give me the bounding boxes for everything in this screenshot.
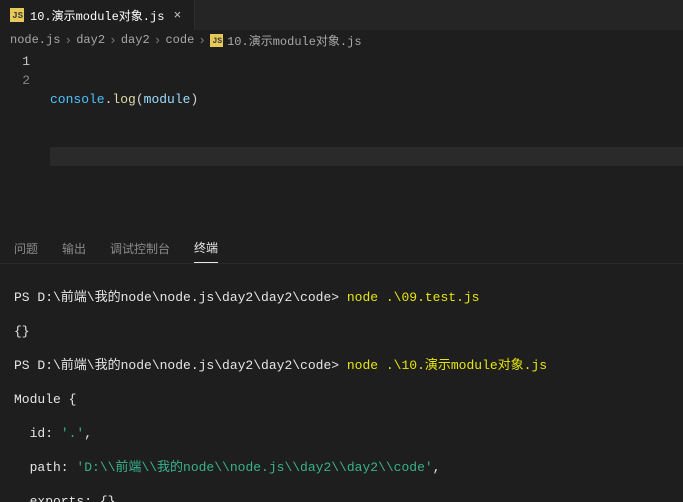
label: id:	[14, 426, 61, 441]
breadcrumb-file[interactable]: 10.演示module对象.js	[227, 32, 361, 49]
token-arg: module	[144, 92, 191, 107]
js-file-icon: JS	[210, 34, 223, 47]
js-file-icon: JS	[10, 8, 24, 22]
panel-tabs: 问题 输出 调试控制台 终端	[0, 234, 683, 264]
chevron-right-icon: ›	[109, 34, 117, 47]
terminal-line: path: 'D:\\前端\\我的node\\node.js\\day2\\da…	[14, 459, 669, 476]
prompt-path: D:\前端\我的node\node.js\day2\day2\code>	[37, 358, 339, 373]
terminal-line: PS D:\前端\我的node\node.js\day2\day2\code> …	[14, 357, 669, 374]
terminal-command: node .\10.演示module对象.js	[339, 358, 547, 373]
tab-debug-console[interactable]: 调试控制台	[110, 240, 170, 263]
chevron-right-icon: ›	[198, 34, 206, 47]
breadcrumb-item[interactable]: node.js	[10, 33, 60, 47]
terminal[interactable]: PS D:\前端\我的node\node.js\day2\day2\code> …	[0, 264, 683, 502]
terminal-command: node .\09.test.js	[339, 290, 479, 305]
token-paren: )	[190, 92, 198, 107]
label: path:	[14, 460, 76, 475]
breadcrumb-item[interactable]: day2	[121, 33, 150, 47]
line-number: 1	[0, 52, 30, 71]
code-line[interactable]	[50, 147, 683, 166]
value-string: '.'	[61, 426, 84, 441]
prompt-prefix: PS	[14, 358, 37, 373]
code-area[interactable]: console.log(module)	[50, 52, 683, 204]
editor-tab[interactable]: JS 10.演示module对象.js ×	[0, 0, 195, 30]
breadcrumb-item[interactable]: day2	[76, 33, 105, 47]
prompt-prefix: PS	[14, 290, 37, 305]
tab-terminal[interactable]: 终端	[194, 239, 218, 263]
comma: ,	[433, 460, 441, 475]
line-number: 2	[0, 71, 30, 90]
token-method: log	[112, 92, 135, 107]
tab-output[interactable]: 输出	[62, 240, 86, 263]
value-string: 'D:\\前端\\我的node\\node.js\\day2\\day2\\co…	[76, 460, 432, 475]
terminal-line: {}	[14, 323, 669, 340]
tab-problems[interactable]: 问题	[14, 240, 38, 263]
code-editor[interactable]: 1 2 console.log(module)	[0, 50, 683, 204]
token-object: console	[50, 92, 105, 107]
terminal-line: id: '.',	[14, 425, 669, 442]
prompt-path: D:\前端\我的node\node.js\day2\day2\code>	[37, 290, 339, 305]
tab-bar: JS 10.演示module对象.js ×	[0, 0, 683, 30]
panel: 问题 输出 调试控制台 终端 PS D:\前端\我的node\node.js\d…	[0, 234, 683, 502]
chevron-right-icon: ›	[154, 34, 162, 47]
comma: ,	[84, 426, 92, 441]
breadcrumb-item[interactable]: code	[165, 33, 194, 47]
tab-title: 10.演示module对象.js	[30, 7, 164, 24]
terminal-line: PS D:\前端\我的node\node.js\day2\day2\code> …	[14, 289, 669, 306]
line-number-gutter: 1 2	[0, 52, 50, 204]
chevron-right-icon: ›	[64, 34, 72, 47]
terminal-line: exports: {},	[14, 493, 669, 502]
terminal-line: Module {	[14, 391, 669, 408]
close-icon[interactable]: ×	[170, 8, 184, 22]
token-paren: (	[136, 92, 144, 107]
code-line[interactable]: console.log(module)	[50, 90, 683, 109]
breadcrumb: node.js › day2 › day2 › code › JS 10.演示m…	[0, 30, 683, 50]
